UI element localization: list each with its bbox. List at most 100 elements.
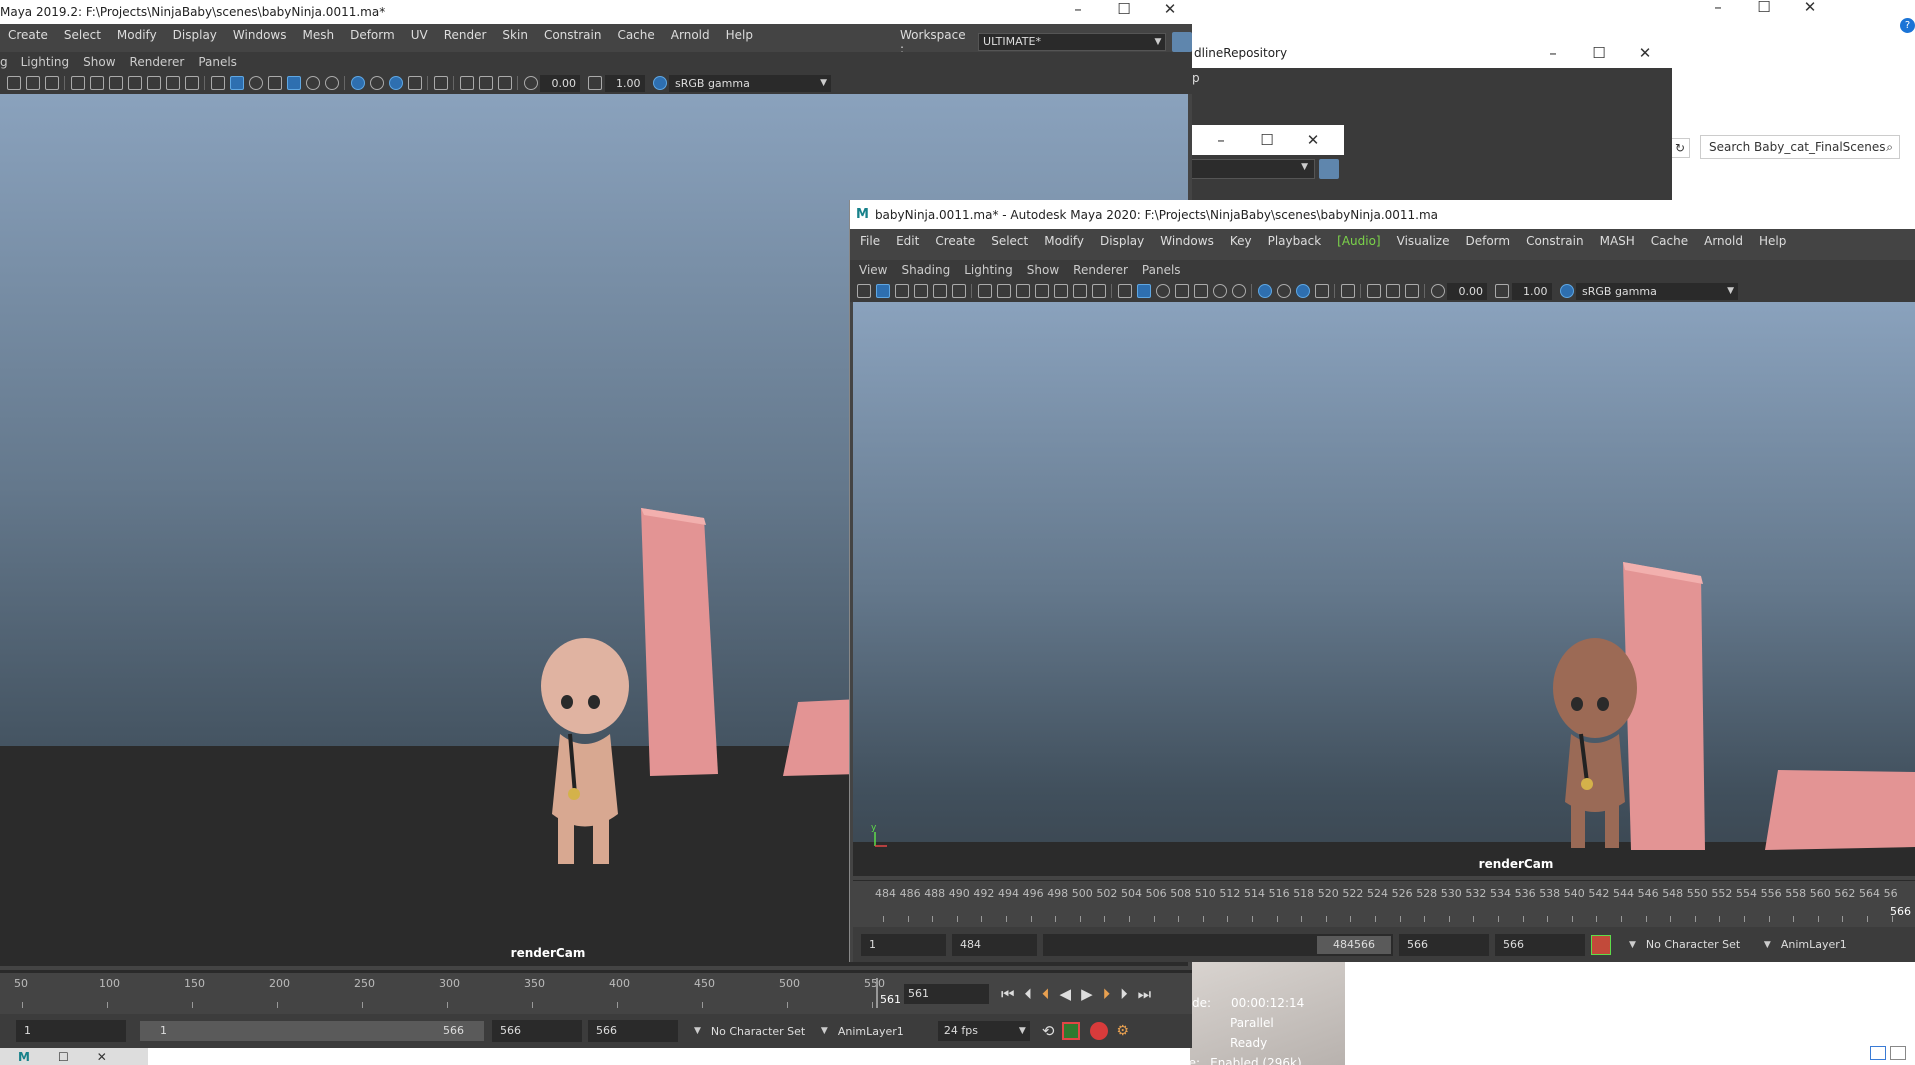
range-end-field[interactable]: 566: [1495, 933, 1585, 956]
menu-constrain[interactable]: Constrain: [1518, 234, 1592, 248]
panel-menu-cut[interactable]: g: [0, 55, 14, 69]
lock-icon[interactable]: [1319, 159, 1339, 179]
auto-key-icon[interactable]: [1090, 1022, 1109, 1040]
motion-blur-icon[interactable]: [369, 76, 384, 90]
close-icon[interactable]: ✕: [1290, 133, 1336, 148]
gate-mask-icon[interactable]: [127, 76, 142, 90]
anim-layer-menu[interactable]: AnimLayer1: [1781, 938, 1881, 951]
smooth-shade-icon[interactable]: [1136, 284, 1151, 298]
camera-attributes-icon[interactable]: [875, 284, 890, 298]
exposure-field[interactable]: 0.00: [540, 74, 580, 92]
lasso-tool-icon[interactable]: [25, 76, 40, 90]
xray-icon[interactable]: [267, 76, 282, 90]
smooth-shade-icon[interactable]: [229, 76, 244, 90]
menu-arnold[interactable]: Arnold: [1696, 234, 1751, 248]
close-icon[interactable]: ✕: [1787, 0, 1833, 15]
refresh-icon[interactable]: ↻: [1670, 138, 1690, 158]
minimize-icon[interactable]: –: [1695, 0, 1741, 15]
hud-icon[interactable]: [497, 76, 512, 90]
maximize-icon[interactable]: ☐: [58, 1050, 69, 1064]
menu-create[interactable]: Create: [927, 234, 983, 248]
film-gate-icon[interactable]: [89, 76, 104, 90]
color-management-icon[interactable]: [1559, 284, 1574, 298]
window-b-titlebar[interactable]: M babyNinja.0011.ma* - Autodesk Maya 202…: [850, 200, 1915, 229]
isolate-select-icon[interactable]: [433, 76, 448, 90]
menu-edit[interactable]: Edit: [888, 234, 927, 248]
search-box[interactable]: Search Baby_cat_FinalScenes ⌕: [1700, 135, 1900, 159]
menu-visualize[interactable]: Visualize: [1389, 234, 1458, 248]
depth-of-field-icon[interactable]: [1314, 284, 1329, 298]
ambient-occlusion-icon[interactable]: [1257, 284, 1272, 298]
chevron-down-icon[interactable]: ▼: [1764, 940, 1771, 950]
maximize-icon[interactable]: ☐: [1741, 0, 1787, 15]
film-gate-icon[interactable]: [996, 284, 1011, 298]
xray-active-icon[interactable]: [1385, 284, 1400, 298]
range-slider-bar[interactable]: 484566: [1043, 933, 1393, 956]
menu-help[interactable]: Help: [718, 28, 761, 42]
close-icon[interactable]: ✕: [1147, 2, 1192, 17]
range-max-field[interactable]: 566: [1399, 933, 1489, 956]
step-forward-frame-icon[interactable]: ⏵: [1103, 985, 1111, 1003]
fps-dropdown[interactable]: 24 fps ▼: [937, 1021, 1030, 1041]
exposure-icon[interactable]: [1430, 284, 1445, 298]
step-forward-key-icon[interactable]: ⏵: [1120, 985, 1128, 1003]
menu-create[interactable]: Create: [0, 28, 56, 42]
panel-menu-shading[interactable]: Shading: [894, 263, 957, 277]
panel-menu-show[interactable]: Show: [76, 55, 122, 69]
menu-deform[interactable]: Deform: [1457, 234, 1518, 248]
menu-cache[interactable]: Cache: [609, 28, 662, 42]
chevron-down-icon[interactable]: ▼: [1629, 940, 1636, 950]
maximize-icon[interactable]: ☐: [1576, 46, 1622, 61]
color-management-icon[interactable]: [652, 76, 667, 90]
shadows-icon[interactable]: [1231, 284, 1246, 298]
panel-menu-renderer[interactable]: Renderer: [1066, 263, 1135, 277]
minimize-icon[interactable]: –: [1198, 133, 1244, 148]
slider-handle[interactable]: 484566: [1317, 935, 1391, 954]
menu-display[interactable]: Display: [1092, 234, 1152, 248]
repository-menu[interactable]: p: [1190, 68, 1672, 88]
search-input[interactable]: Search Baby_cat_FinalScenes: [1709, 140, 1886, 154]
menu-help[interactable]: Help: [1751, 234, 1794, 248]
field-chart-icon[interactable]: [146, 76, 161, 90]
menu-skin[interactable]: Skin: [494, 28, 536, 42]
lights-icon[interactable]: [305, 76, 320, 90]
cache-playback-icon[interactable]: [1062, 1022, 1081, 1040]
animation-end-field[interactable]: 566: [588, 1020, 678, 1042]
select-tool-icon[interactable]: [6, 76, 21, 90]
bookmark-icon[interactable]: [894, 284, 909, 298]
colorspace-dropdown[interactable]: sRGB gamma ▼: [669, 74, 831, 92]
close-icon[interactable]: ✕: [1622, 46, 1668, 61]
auto-key-icon[interactable]: [1591, 934, 1611, 955]
textured-icon[interactable]: [1193, 284, 1208, 298]
anti-alias-icon[interactable]: [1295, 284, 1310, 298]
chevron-down-icon[interactable]: ▼: [694, 1026, 701, 1036]
hud-icon[interactable]: [1404, 284, 1419, 298]
dialog-dropdown[interactable]: ▼: [1190, 159, 1315, 179]
window-b-viewport[interactable]: y renderCam: [853, 302, 1915, 876]
default-material-icon[interactable]: [248, 76, 263, 90]
character-set-menu[interactable]: No Character Set: [711, 1025, 811, 1038]
current-frame-field[interactable]: 561: [904, 984, 989, 1004]
safe-action-icon[interactable]: [1072, 284, 1087, 298]
chevron-down-icon[interactable]: ▼: [821, 1026, 828, 1036]
anti-alias-icon[interactable]: [388, 76, 403, 90]
safe-action-icon[interactable]: [165, 76, 180, 90]
panel-menu-panels[interactable]: Panels: [191, 55, 244, 69]
panel-menu-show[interactable]: Show: [1020, 263, 1066, 277]
select-tool-icon[interactable]: [932, 284, 947, 298]
textured-icon[interactable]: [286, 76, 301, 90]
exposure-field[interactable]: 0.00: [1447, 282, 1487, 300]
ambient-occlusion-icon[interactable]: [350, 76, 365, 90]
exposure-icon[interactable]: [523, 76, 538, 90]
play-forward-icon[interactable]: ▶: [1081, 985, 1093, 1003]
menu-select[interactable]: Select: [983, 234, 1036, 248]
menu-windows[interactable]: Windows: [1152, 234, 1222, 248]
wireframe-icon[interactable]: [210, 76, 225, 90]
window-b-time-slider[interactable]: 484 486 488 490 492 494 496 498 500 502 504 506 508 5…: [853, 880, 1915, 924]
loop-icon[interactable]: ⟲: [1042, 1022, 1055, 1040]
menu-mash[interactable]: MASH: [1592, 234, 1643, 248]
depth-of-field-icon[interactable]: [407, 76, 422, 90]
menu-cache[interactable]: Cache: [1643, 234, 1696, 248]
menu-uv[interactable]: UV: [403, 28, 436, 42]
isolate-select-icon[interactable]: [1340, 284, 1355, 298]
